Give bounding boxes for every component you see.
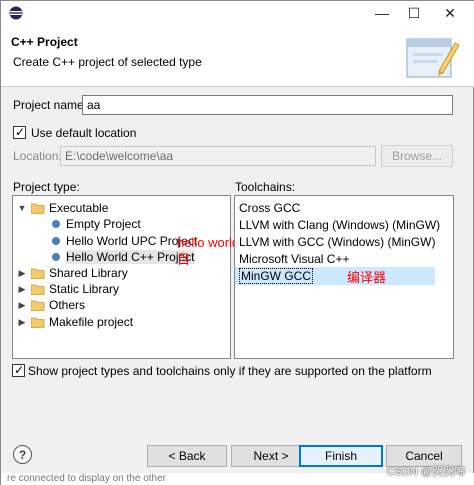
project-type-tree[interactable]: ▼ Executable Empty Project Hello World U…	[12, 195, 231, 359]
project-name-label: Project name:	[13, 98, 88, 112]
folder-icon	[31, 284, 45, 295]
project-template-icon	[52, 220, 60, 228]
collapsed-arrow-icon[interactable]: ▶	[17, 284, 27, 295]
toolchains-list[interactable]: Cross GCC LLVM with Clang (Windows) (Min…	[234, 195, 454, 359]
maximize-button[interactable]: ☐	[397, 1, 431, 25]
finish-button[interactable]: Finish	[299, 445, 383, 467]
checkmark-icon: ✓	[14, 363, 25, 377]
tree-item-shared-library[interactable]: ▶ Shared Library	[17, 265, 128, 281]
use-default-location-checkbox[interactable]: ✓	[13, 125, 26, 139]
eclipse-app-icon	[9, 6, 23, 20]
annotation-hello-world-cont: 目	[177, 252, 191, 267]
location-label: Location:	[13, 149, 62, 163]
tree-item-makefile-project[interactable]: ▶ Makefile project	[17, 314, 134, 330]
tree-item-label: Static Library	[49, 282, 120, 296]
collapsed-arrow-icon[interactable]: ▶	[17, 268, 27, 279]
csdn-watermark: CSDN @哭哭啼	[386, 466, 465, 478]
cpp-project-dialog: — ☐ ✕ C++ Project Create C++ project of …	[0, 0, 474, 485]
location-input: E:\code\welcome\aa	[60, 146, 376, 166]
tree-item-label: Empty Project	[66, 217, 141, 231]
project-type-label: Project type:	[13, 180, 80, 194]
close-button[interactable]: ✕	[433, 1, 467, 25]
tree-item-hello-world-upc[interactable]: Hello World UPC Project	[49, 233, 197, 249]
wizard-header: C++ Project Create C++ project of select…	[1, 25, 474, 87]
project-name-input[interactable]: aa	[82, 95, 453, 115]
checkmark-icon: ✓	[15, 125, 26, 139]
tree-item-label: Executable	[49, 201, 109, 215]
tree-item-label: Makefile project	[49, 315, 134, 329]
tree-item-label: Hello World C++ Project	[66, 250, 195, 264]
toolchain-llvm-gcc[interactable]: LLVM with GCC (Windows) (MinGW)	[239, 235, 435, 251]
page-title: C++ Project	[11, 35, 78, 49]
toolchain-mingw-gcc-row[interactable]: MinGW GCC	[235, 267, 435, 285]
tree-item-others[interactable]: ▶ Others	[17, 297, 85, 313]
project-template-icon	[52, 237, 60, 245]
tree-item-executable[interactable]: ▼ Executable	[17, 200, 109, 216]
expanded-arrow-icon[interactable]: ▼	[17, 203, 27, 213]
tree-item-label: Shared Library	[49, 266, 128, 280]
annotation-compiler: 编译器	[347, 270, 387, 285]
project-template-icon	[52, 253, 60, 261]
tree-item-empty-project[interactable]: Empty Project	[49, 216, 141, 232]
folder-icon	[31, 268, 45, 279]
help-icon[interactable]: ?	[13, 445, 32, 464]
toolchain-mingw-gcc: MinGW GCC	[239, 268, 313, 284]
folder-open-icon	[31, 203, 45, 214]
toolchain-msvc[interactable]: Microsoft Visual C++	[239, 252, 350, 268]
minimize-button[interactable]: —	[365, 1, 399, 25]
toolchain-llvm-clang[interactable]: LLVM with Clang (Windows) (MinGW)	[239, 218, 440, 234]
back-button[interactable]: < Back	[147, 445, 227, 467]
browse-button: Browse...	[381, 145, 453, 167]
collapsed-arrow-icon[interactable]: ▶	[17, 317, 27, 328]
new-project-wizard-icon	[406, 38, 460, 78]
show-supported-only-checkbox[interactable]: ✓	[12, 363, 25, 377]
toolchain-cross-gcc[interactable]: Cross GCC	[239, 201, 300, 217]
tree-item-hello-world-cpp[interactable]: Hello World C++ Project	[49, 249, 195, 265]
title-bar: — ☐ ✕	[1, 1, 474, 25]
collapsed-arrow-icon[interactable]: ▶	[17, 300, 27, 311]
page-description: Create C++ project of selected type	[13, 55, 202, 69]
toolchains-label: Toolchains:	[235, 180, 296, 194]
folder-icon	[31, 300, 45, 311]
use-default-location-label: Use default location	[31, 126, 137, 140]
tree-item-static-library[interactable]: ▶ Static Library	[17, 281, 120, 297]
folder-icon	[31, 317, 45, 328]
show-supported-only-label: Show project types and toolchains only i…	[28, 364, 432, 378]
tree-item-label: Others	[49, 298, 86, 312]
